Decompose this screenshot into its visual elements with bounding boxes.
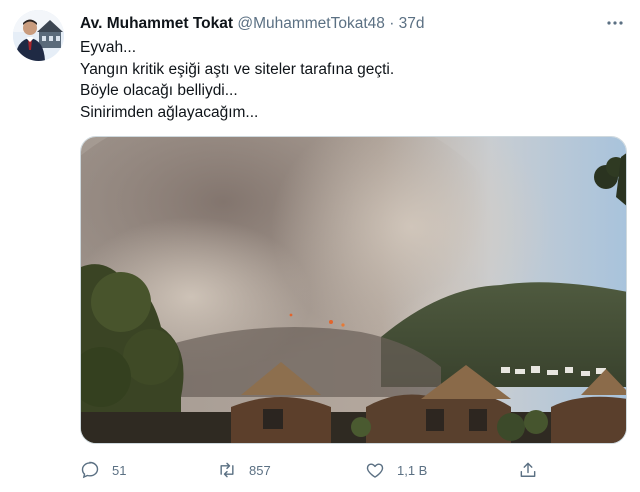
tweet[interactable]: Av. Muhammet Tokat @MuhammetTokat48 · 37… [0, 0, 640, 492]
retweet-icon [220, 462, 234, 478]
separator-dot: · [389, 15, 395, 32]
like-count: 1,1 B [397, 462, 428, 478]
wildfire-smoke-photo-icon [81, 137, 626, 443]
tweet-text-line: Sinirimden ağlayacağım... [80, 103, 259, 121]
tweet-text-line: Yangın kritik eşiği aştı ve siteler tara… [80, 60, 395, 78]
retweet-button[interactable]: 857 [217, 455, 271, 485]
reply-count: 51 [112, 462, 127, 478]
tweet-text-line: Böyle olacağı belliydi... [80, 82, 238, 99]
retweet-count: 857 [249, 462, 271, 478]
share-icon [520, 462, 536, 477]
share-button[interactable] [518, 455, 538, 485]
tweet-timestamp[interactable]: 37d [399, 15, 425, 32]
author-avatar[interactable] [13, 10, 64, 61]
tweet-header: Av. Muhammet Tokat @MuhammetTokat48 · 37… [80, 13, 600, 35]
tweet-text: Eyvah... Yangın kritik eşiği aştı ve sit… [80, 37, 600, 123]
tweet-photo[interactable] [80, 136, 627, 444]
reply-button[interactable]: 51 [80, 455, 126, 485]
more-options-icon[interactable] [604, 12, 626, 34]
author-name[interactable]: Av. Muhammet Tokat [80, 15, 233, 32]
reply-icon [81, 461, 99, 479]
author-handle[interactable]: @MuhammetTokat48 [237, 15, 385, 32]
like-button[interactable]: 1,1 B [365, 455, 427, 485]
heart-icon [366, 463, 384, 478]
tweet-text-line: Eyvah... [80, 39, 136, 56]
tweet-actions: 51 857 1,1 B [80, 455, 620, 485]
